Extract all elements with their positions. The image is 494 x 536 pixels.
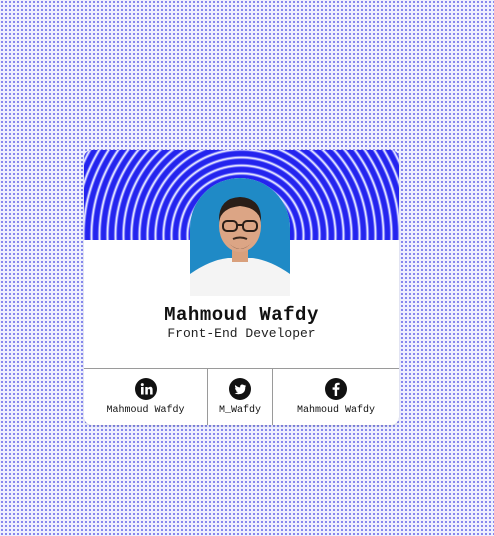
facebook-icon <box>325 378 347 400</box>
linkedin-handle: Mahmoud Wafdy <box>106 405 185 416</box>
twitter-handle: M_Wafdy <box>218 405 261 416</box>
profile-name: Mahmoud Wafdy <box>164 304 319 326</box>
twitter-link[interactable]: M_Wafdy <box>208 369 273 425</box>
social-links: Mahmoud Wafdy M_Wafdy Mahmoud Wafdy <box>84 368 399 425</box>
profile-card: Mahmoud Wafdy Front-End Developer Mahmou… <box>84 150 399 425</box>
facebook-handle: Mahmoud Wafdy <box>296 405 375 416</box>
linkedin-icon <box>134 378 157 400</box>
linkedin-link[interactable]: Mahmoud Wafdy <box>84 369 208 425</box>
profile-role: Front-End Developer <box>167 326 316 341</box>
avatar <box>190 178 290 296</box>
twitter-icon <box>229 378 251 400</box>
facebook-link[interactable]: Mahmoud Wafdy <box>273 369 399 425</box>
